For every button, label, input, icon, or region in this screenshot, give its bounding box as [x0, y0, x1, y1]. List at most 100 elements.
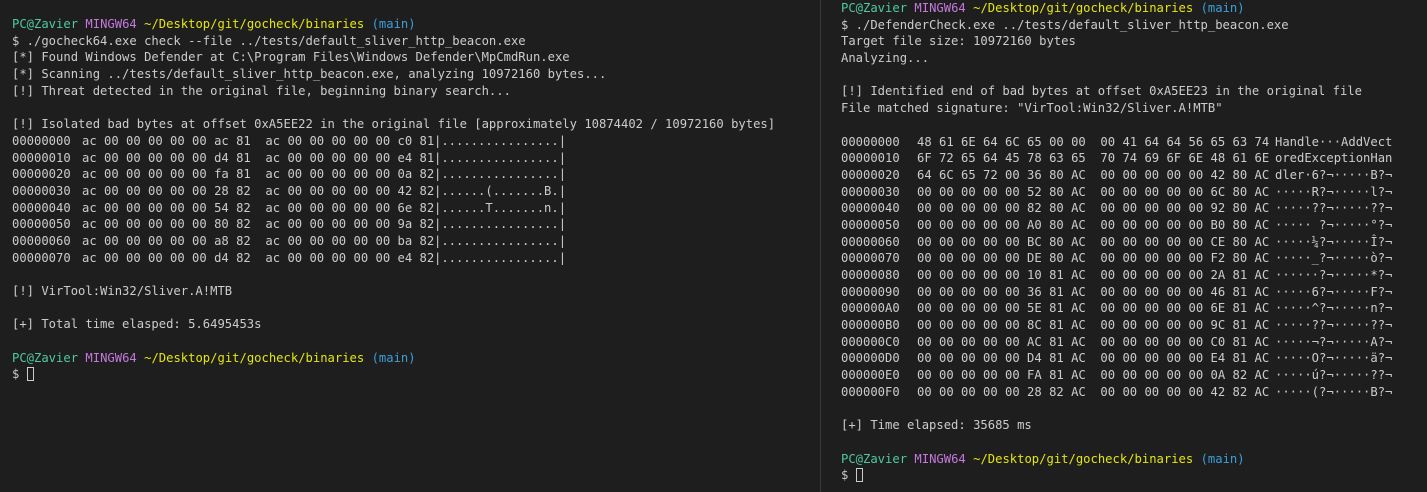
prompt-branch: (main)	[371, 350, 416, 365]
hex-off: 000000D0	[841, 351, 900, 366]
hex-off: 00000020	[12, 167, 71, 182]
hex-off: 00000040	[12, 200, 71, 215]
output-line: [*] Found Windows Defender at C:\Program…	[12, 50, 570, 65]
hex-off: 00000010	[12, 150, 71, 165]
prompt-path: ~/Desktop/git/gocheck/binaries	[973, 1, 1194, 15]
prompt-line: PC@Zavier MINGW64 ~/Desktop/git/gocheck/…	[12, 16, 820, 33]
hex-bytes: ac 00 00 00 00 00 ac 81 ac 00 00 00 00 0…	[82, 133, 435, 148]
hex-off: 00000060	[12, 233, 71, 248]
hex-bytes: ac 00 00 00 00 00 d4 81 ac 00 00 00 00 0…	[82, 150, 435, 165]
hex-row: 00000080 00 00 00 00 00 10 81 AC 00 00 00…	[841, 267, 1427, 284]
hex-bytes: ac 00 00 00 00 00 28 82 ac 00 00 00 00 0…	[82, 183, 435, 198]
hex-bytes: 00 00 00 00 00 36 81 AC 00 00 00 00 00 4…	[917, 284, 1270, 299]
time-line: [+] Total time elasped: 5.6495453s	[12, 317, 262, 332]
terminal-output-right: PC@Zavier MINGW64 ~/Desktop/git/gocheck/…	[841, 0, 1427, 484]
hex-bytes: 00 00 00 00 00 DE 80 AC 00 00 00 00 00 F…	[917, 251, 1270, 266]
hex-row: 000000B0 00 00 00 00 00 8C 81 AC 00 00 00…	[841, 317, 1427, 334]
hex-row: 00000070 ac 00 00 00 00 00 d4 82 ac 00 00…	[12, 250, 820, 267]
hex-off: 00000050	[12, 217, 71, 232]
signature-line: [!] VirTool:Win32/Sliver.A!MTB	[12, 284, 233, 298]
prompt-env: MINGW64	[85, 17, 137, 31]
hex-row: 00000000 48 61 6E 64 6C 65 00 00 00 41 64…	[841, 134, 1427, 151]
hex-ascii: |................|	[434, 233, 567, 248]
hex-off: 00000000	[12, 133, 71, 148]
hex-off: 00000020	[841, 167, 900, 182]
hex-row: 00000010 6F 72 65 64 45 78 63 65 70 74 69…	[841, 150, 1427, 167]
prompt-branch: (main)	[1200, 1, 1245, 15]
hex-off: 00000030	[841, 184, 900, 199]
prompt-user: PC@Zavier	[841, 451, 908, 466]
hex-bytes: 00 00 00 00 00 A0 80 AC 00 00 00 00 00 B…	[917, 217, 1270, 232]
hex-ascii: ·····R?¬·····l?¬	[1275, 184, 1393, 199]
hex-bytes: 00 00 00 00 00 10 81 AC 00 00 00 00 00 2…	[917, 268, 1270, 282]
hex-ascii: ·····6?¬·····F?¬	[1275, 284, 1393, 299]
hex-row: 000000F0 00 00 00 00 00 28 82 AC 00 00 00…	[841, 384, 1427, 401]
hex-off: 000000F0	[841, 384, 900, 399]
hex-ascii: ·····¼?¬·····Î?¬	[1275, 234, 1393, 249]
terminal-pane-left[interactable]: PC@Zavier MINGW64 ~/Desktop/git/gocheck/…	[0, 0, 820, 492]
hex-ascii: |................|	[434, 133, 567, 148]
prompt-user: PC@Zavier	[841, 1, 908, 15]
prompt-branch: (main)	[1200, 451, 1245, 466]
hex-off: 000000E0	[841, 368, 900, 383]
dollar-sign: $	[12, 367, 20, 382]
dollar-sign: $	[841, 468, 849, 483]
hex-bytes: 48 61 6E 64 6C 65 00 00 00 41 64 64 56 6…	[917, 134, 1270, 149]
hex-off: 00000070	[841, 251, 900, 266]
hex-row: 00000030 00 00 00 00 00 52 80 AC 00 00 00…	[841, 184, 1427, 201]
hex-ascii: ·····??¬·····??¬	[1275, 201, 1393, 216]
prompt-branch: (main)	[371, 17, 416, 31]
terminal-cursor[interactable]	[855, 468, 863, 483]
hex-bytes: ac 00 00 00 00 00 54 82 ac 00 00 00 00 0…	[82, 200, 435, 215]
hex-bytes: ac 00 00 00 00 00 d4 82 ac 00 00 00 00 0…	[82, 250, 435, 265]
prompt-env: MINGW64	[914, 1, 966, 15]
hex-ascii: ·····(?¬·····B?¬	[1275, 384, 1393, 399]
input-line[interactable]: $	[841, 467, 1427, 484]
prompt-line: PC@Zavier MINGW64 ~/Desktop/git/gocheck/…	[12, 350, 820, 367]
terminal-cursor[interactable]	[26, 367, 34, 382]
hex-row: 00000060 ac 00 00 00 00 00 a8 82 ac 00 00…	[12, 233, 820, 250]
hex-off: 00000080	[841, 268, 900, 282]
hex-row: 000000E0 00 00 00 00 00 FA 81 AC 00 00 00…	[841, 367, 1427, 384]
prompt-user: PC@Zavier	[12, 17, 79, 31]
hex-bytes: ac 00 00 00 00 00 a8 82 ac 00 00 00 00 0…	[82, 233, 435, 248]
hex-ascii: |................|	[434, 150, 567, 165]
hex-bytes: 00 00 00 00 00 28 82 AC 00 00 00 00 00 4…	[917, 384, 1270, 399]
input-line[interactable]: $	[12, 366, 820, 383]
hex-bytes: 64 6C 65 72 00 36 80 AC 00 00 00 00 00 4…	[917, 167, 1270, 182]
hex-bytes: 00 00 00 00 00 D4 81 AC 00 00 00 00 00 E…	[917, 351, 1270, 366]
hex-row: 00000070 00 00 00 00 00 DE 80 AC 00 00 00…	[841, 250, 1427, 267]
hex-off: 00000050	[841, 217, 900, 232]
hex-row: 00000020 ac 00 00 00 00 00 fa 81 ac 00 00…	[12, 166, 820, 183]
hex-bytes: 00 00 00 00 00 5E 81 AC 00 00 00 00 00 6…	[917, 301, 1270, 316]
output-line: [!] Identified end of bad bytes at offse…	[841, 84, 1362, 99]
output-line: [!] Isolated bad bytes at offset 0xA5EE2…	[12, 117, 776, 132]
hex-row: 00000060 00 00 00 00 00 BC 80 AC 00 00 00…	[841, 234, 1427, 251]
hex-ascii: |................|	[434, 167, 567, 182]
hex-dump-right: 00000000 48 61 6E 64 6C 65 00 00 00 41 64…	[841, 134, 1427, 401]
hex-ascii: oredExceptionHan	[1275, 151, 1393, 166]
terminal-window: PC@Zavier MINGW64 ~/Desktop/git/gocheck/…	[0, 0, 1427, 492]
prompt-env: MINGW64	[85, 350, 137, 365]
hex-row: 000000A0 00 00 00 00 00 5E 81 AC 00 00 00…	[841, 300, 1427, 317]
hex-off: 00000060	[841, 234, 900, 249]
hex-bytes: 00 00 00 00 00 8C 81 AC 00 00 00 00 00 9…	[917, 318, 1270, 333]
hex-off: 00000010	[841, 151, 900, 166]
hex-bytes: ac 00 00 00 00 00 80 82 ac 00 00 00 00 0…	[82, 217, 435, 232]
hex-row: 000000C0 00 00 00 00 00 AC 81 AC 00 00 00…	[841, 334, 1427, 351]
hex-off: 00000030	[12, 183, 71, 198]
output-line: File matched signature: "VirTool:Win32/S…	[841, 101, 1223, 116]
hex-ascii: ·····_?¬·····ò?¬	[1275, 251, 1393, 266]
hex-ascii: ·····¬?¬·····A?¬	[1275, 334, 1393, 349]
hex-row: 00000030 ac 00 00 00 00 00 28 82 ac 00 00…	[12, 183, 820, 200]
hex-row: 00000000 ac 00 00 00 00 00 ac 81 ac 00 00…	[12, 133, 820, 150]
terminal-pane-right[interactable]: PC@Zavier MINGW64 ~/Desktop/git/gocheck/…	[821, 0, 1427, 492]
hex-bytes: 00 00 00 00 00 BC 80 AC 00 00 00 00 00 C…	[917, 234, 1270, 249]
hex-off: 000000A0	[841, 301, 900, 316]
hex-off: 000000C0	[841, 334, 900, 349]
hex-row: 00000040 ac 00 00 00 00 00 54 82 ac 00 00…	[12, 200, 820, 217]
